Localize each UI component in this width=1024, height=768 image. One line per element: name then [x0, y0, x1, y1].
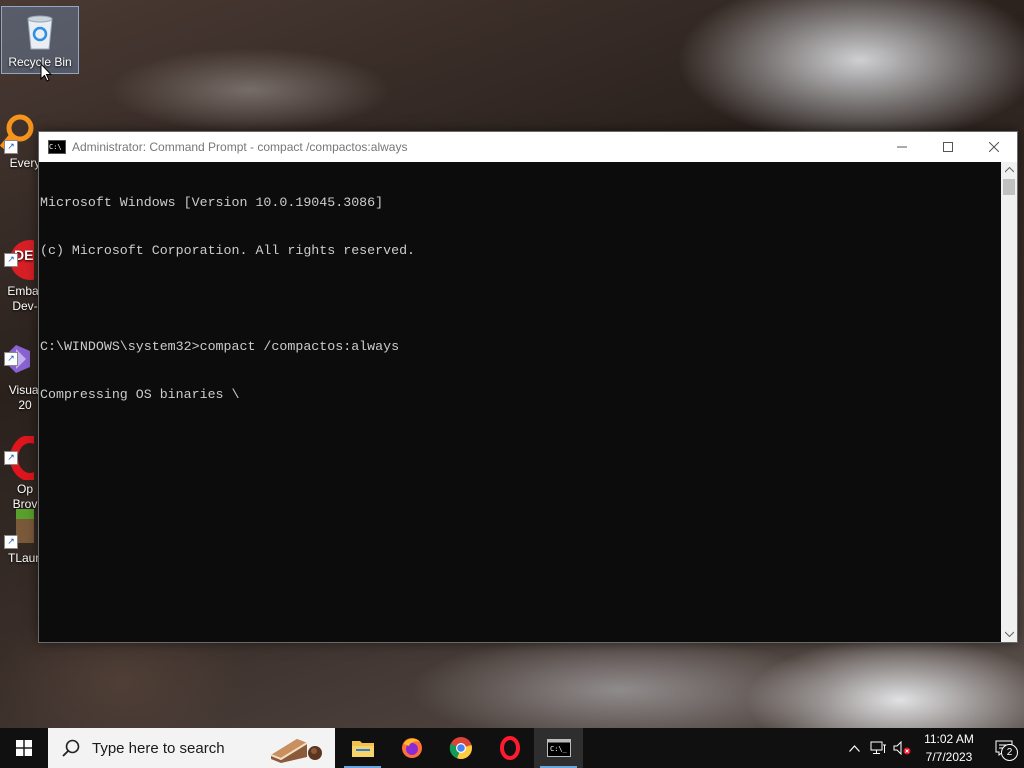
- visual-studio-icon: ↗: [0, 322, 34, 373]
- taskbar-opera[interactable]: [485, 728, 534, 768]
- clock-time: 11:02 AM: [924, 732, 974, 746]
- window-titlebar[interactable]: C:\ Administrator: Command Prompt - comp…: [39, 132, 1017, 162]
- mouse-cursor-icon: [40, 63, 52, 82]
- scroll-up-button[interactable]: [1001, 162, 1017, 178]
- search-highlight-chocolate-icon: [270, 739, 322, 763]
- clock-date: 7/7/2023: [925, 750, 973, 764]
- chevron-down-icon: [1004, 631, 1014, 637]
- close-icon: [989, 142, 999, 152]
- console-line: (c) Microsoft Corporation. All rights re…: [40, 243, 416, 258]
- file-explorer-icon: [351, 741, 374, 757]
- minimize-button[interactable]: [879, 132, 925, 162]
- opera-icon: [499, 736, 520, 760]
- vertical-scrollbar[interactable]: [1001, 162, 1017, 642]
- console-line: Compressing OS binaries \: [40, 387, 240, 402]
- show-hidden-icons-button[interactable]: [842, 728, 866, 768]
- windows-logo-icon: [16, 740, 32, 756]
- maximize-icon: [943, 142, 953, 152]
- console-output[interactable]: Microsoft Windows [Version 10.0.19045.30…: [39, 162, 1001, 642]
- volume-muted-icon: [893, 741, 911, 755]
- system-tray: 11:02 AM 7/7/2023 2: [842, 728, 1024, 768]
- action-center-button[interactable]: 2: [984, 728, 1024, 768]
- scroll-down-button[interactable]: [1001, 626, 1017, 642]
- console-line: C:\WINDOWS\system32>compact /compactos:a…: [40, 339, 400, 354]
- minimize-icon: [897, 146, 907, 148]
- everything-search-icon: ↗: [0, 110, 34, 154]
- taskbar-command-prompt[interactable]: C:\_: [534, 728, 583, 768]
- chevron-up-icon: [848, 744, 860, 752]
- firefox-icon: [401, 738, 422, 758]
- recycle-bin-icon: [18, 9, 62, 53]
- chrome-icon: [449, 737, 472, 760]
- taskbar: Type here to search C:\_ 11:02 AM 7/7/20…: [0, 728, 1024, 768]
- scrollbar-thumb[interactable]: [1003, 179, 1015, 195]
- embarcadero-dev-cpp-icon: DE ↗: [0, 223, 50, 280]
- network-icon: [870, 741, 886, 754]
- tlauncher-icon: ↗: [0, 505, 38, 549]
- taskbar-clock[interactable]: 11:02 AM 7/7/2023: [920, 730, 978, 766]
- command-prompt-icon: C:\_: [546, 739, 571, 757]
- console-line: Microsoft Windows [Version 10.0.19045.30…: [40, 195, 384, 210]
- search-icon: [62, 739, 80, 757]
- command-prompt-window[interactable]: C:\ Administrator: Command Prompt - comp…: [38, 131, 1018, 643]
- command-prompt-icon: C:\: [48, 140, 66, 154]
- volume-button[interactable]: [890, 728, 914, 768]
- taskbar-firefox[interactable]: [387, 728, 436, 768]
- window-title: Administrator: Command Prompt - compact …: [72, 140, 408, 154]
- maximize-button[interactable]: [925, 132, 971, 162]
- notification-count-badge: 2: [1001, 744, 1018, 761]
- network-button[interactable]: [866, 728, 890, 768]
- taskbar-chrome[interactable]: [436, 728, 485, 768]
- start-button[interactable]: [0, 728, 48, 768]
- search-placeholder: Type here to search: [92, 739, 225, 757]
- taskbar-search-box[interactable]: Type here to search: [48, 728, 335, 768]
- taskbar-file-explorer[interactable]: [338, 728, 387, 768]
- chevron-up-icon: [1004, 167, 1014, 173]
- close-button[interactable]: [971, 132, 1017, 162]
- svg-text:C:\_: C:\_: [550, 745, 568, 753]
- opera-icon: ↗: [0, 421, 50, 481]
